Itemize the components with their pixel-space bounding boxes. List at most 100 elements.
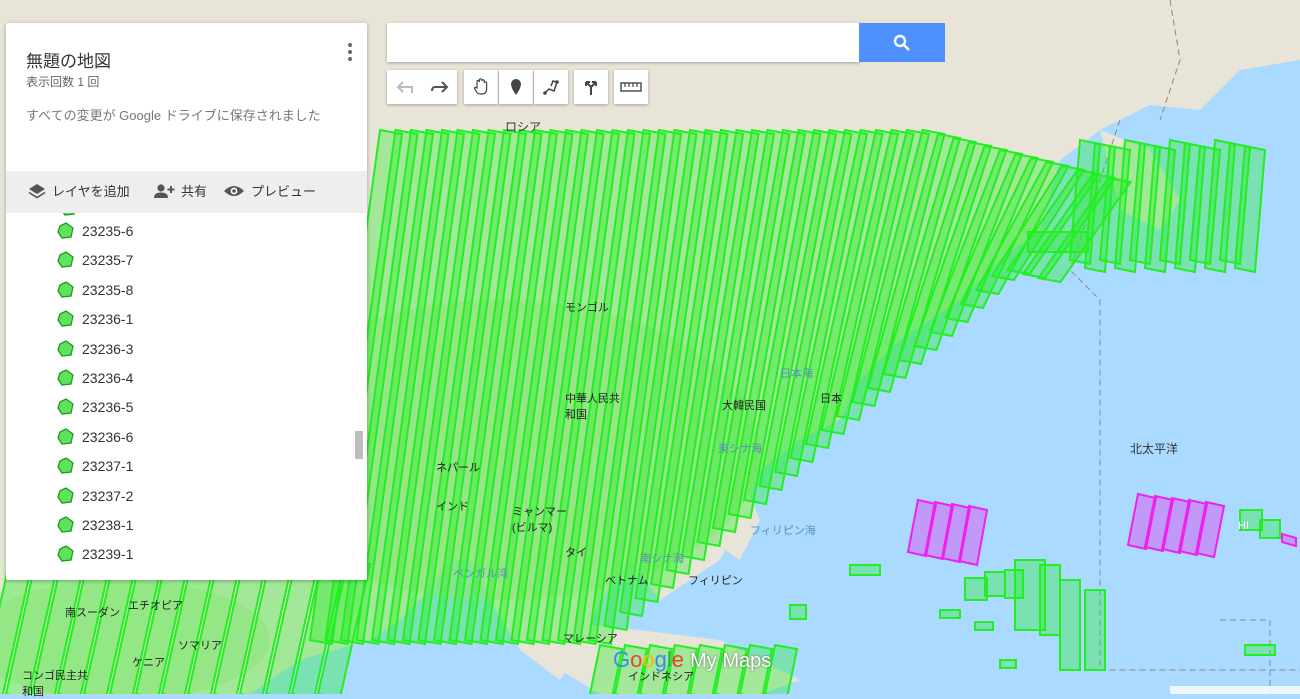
footprint-polygon[interactable] <box>939 609 961 619</box>
label-ethiopia: エチオピア <box>128 600 183 612</box>
polygon-icon <box>57 457 74 474</box>
layer-feature-item[interactable]: 23235-7 <box>56 248 133 272</box>
label-north-pacific: 北太平洋 <box>1130 442 1179 456</box>
map-details-panel: 無題の地図 表示回数 1 回 すべての変更が Google ドライブに保存されま… <box>6 23 367 580</box>
add-layer-label: レイヤを追加 <box>52 184 130 199</box>
polygon-icon <box>57 545 74 563</box>
google-my-maps-logo: Google My Maps <box>613 647 772 672</box>
redo-icon <box>430 81 448 93</box>
measure-tool[interactable] <box>614 70 648 104</box>
footprint-polygon[interactable] <box>1259 519 1281 539</box>
dot-icon <box>348 57 352 61</box>
undo-redo-group <box>387 70 457 104</box>
layer-feature-item[interactable]: 23235-6 <box>56 219 133 243</box>
preview-button[interactable]: プレビュー <box>223 181 316 200</box>
layers-icon <box>28 183 46 198</box>
partial-feature-icon <box>60 213 78 217</box>
label-mongolia: モンゴル <box>565 302 609 314</box>
layer-feature-label: 23236-4 <box>82 370 134 386</box>
layer-feature-item[interactable]: 23237-2 <box>56 484 133 508</box>
save-status: すべての変更が Google ドライブに保存されました <box>26 108 321 123</box>
marker-tool[interactable] <box>499 70 533 104</box>
layer-feature-label: 23236-1 <box>82 311 134 328</box>
layer-feature-label: 23236-6 <box>82 428 134 445</box>
layer-feature-item[interactable]: 23236-6 <box>56 425 133 449</box>
layer-feature-item[interactable]: 23235-8 <box>56 278 133 302</box>
layer-feature-label: 23237-2 <box>82 487 134 504</box>
dot-icon <box>348 50 352 54</box>
polygon-icon <box>57 516 74 533</box>
share-button[interactable]: 共有 <box>153 181 207 200</box>
more-options-button[interactable] <box>347 43 353 63</box>
layer-feature-item[interactable]: 23236-1 <box>56 307 133 331</box>
add-person-icon <box>154 183 175 198</box>
panel-scrollbar[interactable] <box>355 431 363 459</box>
label-china: 中華人民共和国 <box>565 393 620 421</box>
footprint-polygon[interactable] <box>999 659 1017 669</box>
label-india: インド <box>436 501 469 513</box>
label-philippine-sea: フィリピン海 <box>750 525 816 537</box>
label-south-sudan: 南スーダン <box>65 607 120 619</box>
layer-feature-label: 23235-7 <box>82 252 134 269</box>
search-input[interactable] <box>387 23 860 62</box>
layer-feature-item[interactable]: 23236-5 <box>56 395 133 419</box>
polygon-icon <box>57 222 74 239</box>
footprint-polygon[interactable] <box>984 571 1006 597</box>
map-title[interactable]: 無題の地図 <box>26 47 111 72</box>
polygon-icon <box>57 339 74 357</box>
layer-feature-label: 23239-1 <box>82 546 134 563</box>
label-south-china-sea: 南シナ海 <box>640 553 684 565</box>
layer-feature-item[interactable]: 23237-1 <box>56 454 133 478</box>
polygon-icon <box>57 398 74 416</box>
polygon-icon <box>57 281 74 298</box>
polygon-icon <box>57 486 74 504</box>
dot-icon <box>348 43 352 47</box>
search-icon <box>893 34 910 51</box>
undo-button[interactable] <box>387 70 422 104</box>
directions-tool[interactable] <box>574 70 608 104</box>
layer-feature-item[interactable]: 23239-1 <box>56 542 133 566</box>
ruler-icon <box>620 82 642 92</box>
add-layer-button[interactable]: レイヤを追加 <box>28 181 130 200</box>
label-kenya: ケニア <box>132 657 165 669</box>
footprint-polygon[interactable] <box>1244 644 1276 656</box>
layer-feature-item[interactable]: 23236-4 <box>56 366 133 390</box>
label-thailand: タイ <box>565 547 587 559</box>
polygon-icon <box>57 251 74 269</box>
label-philippines: フィリピン <box>688 575 743 587</box>
layer-feature-label: 23236-5 <box>82 399 134 416</box>
label-congo: コンゴ民主共和国 <box>22 670 88 698</box>
label-vietnam: ベトナム <box>605 575 649 587</box>
footprint-polygon[interactable] <box>789 604 807 620</box>
footprint-polygon[interactable] <box>1084 589 1106 671</box>
label-east-china-sea: 東シナ海 <box>718 443 762 455</box>
footprint-polygon[interactable] <box>1027 231 1089 253</box>
hand-icon <box>473 78 488 95</box>
layer-feature-label: 23238-1 <box>82 517 134 533</box>
footprint-polygon[interactable] <box>974 621 994 631</box>
footprint-polygon[interactable] <box>849 564 881 576</box>
footprint-polygon[interactable] <box>964 577 988 601</box>
share-label: 共有 <box>181 184 208 199</box>
view-count: 表示回数 1 回 <box>26 75 100 89</box>
footprint-polygon[interactable] <box>1039 564 1061 636</box>
draw-line-icon <box>543 80 559 95</box>
marker-icon <box>511 79 521 95</box>
layer-feature-item[interactable]: 23238-1 <box>56 513 133 537</box>
label-korea: 大韓民国 <box>722 400 766 412</box>
draw-line-tool[interactable] <box>534 70 568 104</box>
label-japan: 日本 <box>820 393 842 405</box>
eye-icon <box>224 185 244 196</box>
label-russia: ロシア <box>505 120 542 134</box>
label-nepal: ネパール <box>436 462 480 474</box>
redo-button[interactable] <box>422 70 457 104</box>
hand-tool[interactable] <box>464 70 498 104</box>
undo-icon <box>396 81 413 93</box>
polygon-icon <box>57 428 74 445</box>
layer-feature-label: 23237-1 <box>82 458 134 475</box>
label-bay-of-bengal: ベンガル湾 <box>453 568 508 580</box>
layer-feature-item[interactable]: 23236-3 <box>56 337 133 361</box>
search-button[interactable] <box>859 23 945 62</box>
footprint-polygon[interactable] <box>1059 579 1081 671</box>
label-hi: HI <box>1238 520 1249 532</box>
